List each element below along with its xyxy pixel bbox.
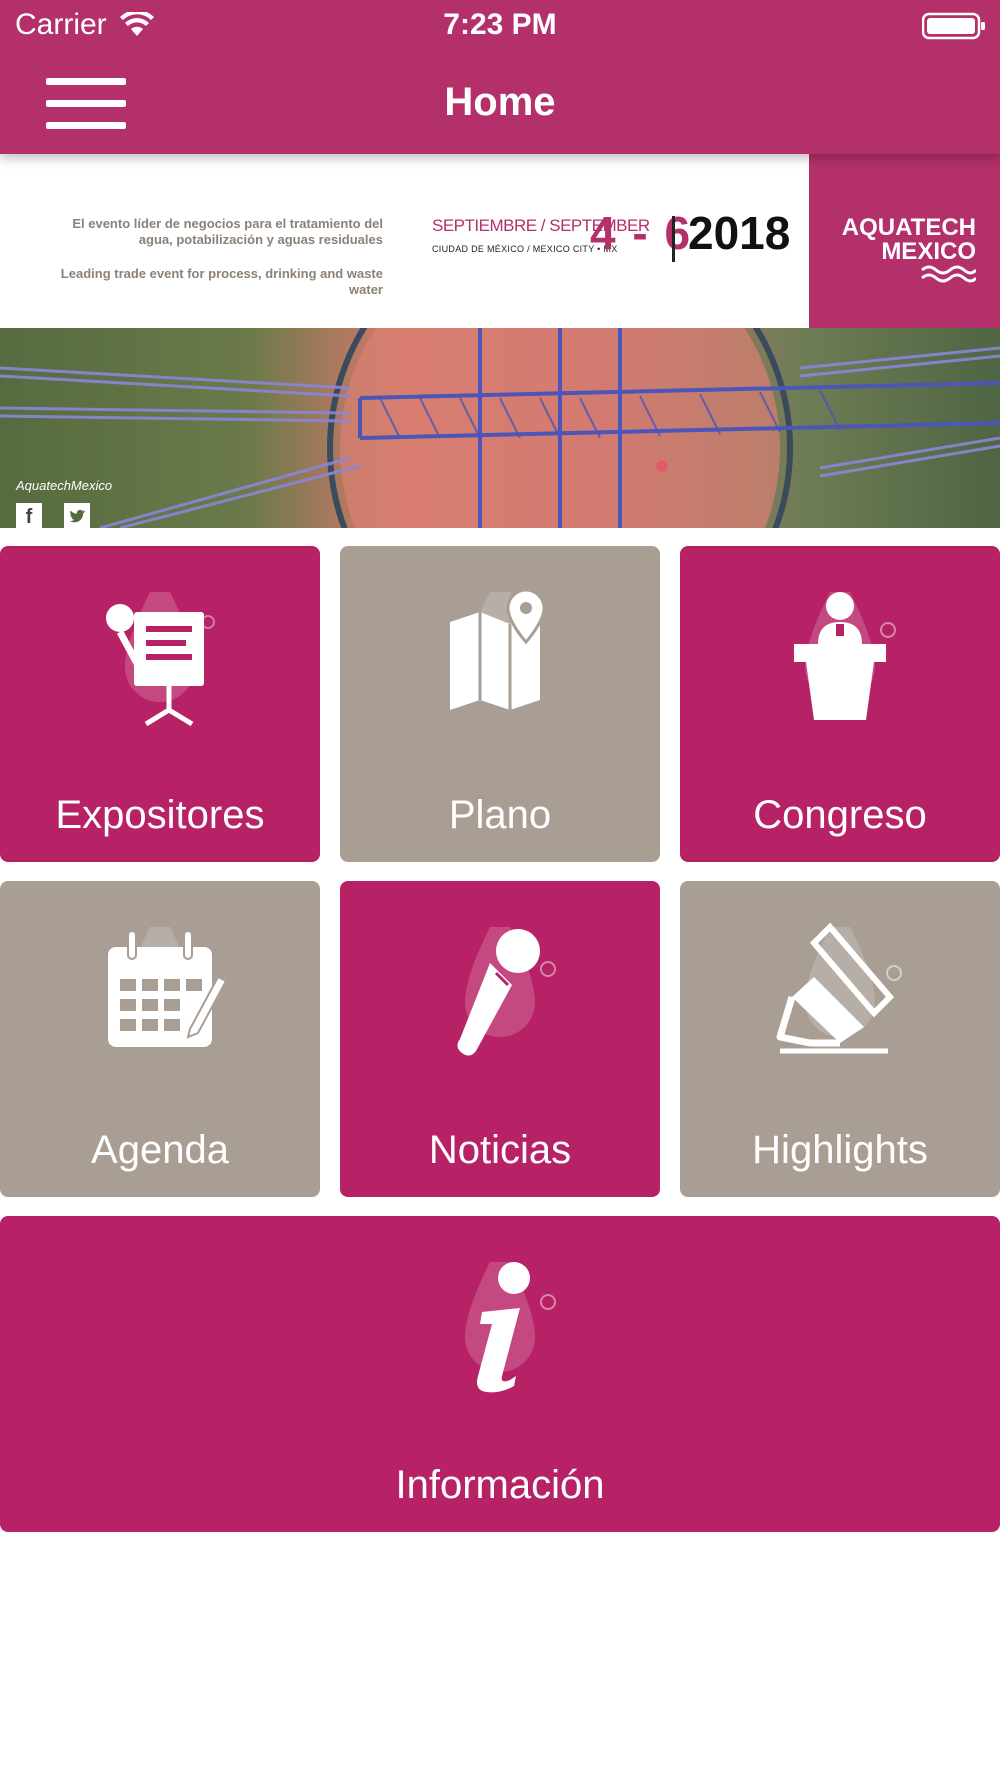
brand-name: AQUATECH MEXICO: [841, 214, 976, 265]
tile-label: Highlights: [752, 1128, 928, 1172]
event-banner: El evento líder de negocios para el trat…: [0, 154, 1000, 528]
speaker-podium-icon: [794, 592, 896, 720]
map-icon: [450, 588, 546, 710]
tile-highlights[interactable]: Highlights: [680, 881, 1000, 1197]
tile-expositores[interactable]: Expositores: [0, 546, 320, 862]
facebook-icon[interactable]: f: [16, 503, 42, 528]
social-handle: AquatechMexico: [16, 478, 113, 493]
twitter-icon[interactable]: [64, 503, 90, 528]
brand-logo: AQUATECH MEXICO: [809, 154, 1000, 328]
tile-label: Información: [395, 1463, 605, 1507]
microphone-icon: [457, 927, 556, 1056]
highlighter-icon: [776, 922, 902, 1054]
page-title: Home: [444, 80, 556, 124]
tile-agenda[interactable]: Agenda: [0, 881, 320, 1197]
banner-description-en: Leading trade event for process, drinkin…: [60, 266, 383, 297]
status-time: 7:23 PM: [443, 8, 557, 41]
battery-icon: [922, 12, 985, 40]
top-bar: Carrier 7:23 PM Home: [0, 0, 1000, 154]
tile-label: Agenda: [91, 1128, 229, 1172]
info-icon: [465, 1262, 556, 1393]
tile-noticias[interactable]: Noticias: [340, 881, 660, 1197]
banner-divider: [672, 216, 675, 262]
banner-year: 2018: [688, 207, 791, 259]
waves-icon: [921, 265, 976, 283]
tile-label: Expositores: [55, 793, 265, 837]
tile-label: Plano: [448, 793, 552, 837]
banner-description-es: El evento líder de negocios para el trat…: [72, 216, 383, 247]
tile-label: Noticias: [428, 1128, 572, 1172]
banner-header: El evento líder de negocios para el trat…: [0, 154, 1000, 328]
tile-label: Congreso: [753, 793, 927, 837]
presentation-icon: [106, 592, 215, 727]
banner-days: 4 - 6: [590, 207, 693, 259]
banner-photo: AquatechMexico f: [0, 328, 1000, 528]
water-treatment-image: [0, 328, 1000, 528]
calendar-icon: [108, 927, 228, 1047]
tile-informacion[interactable]: Información: [0, 1216, 1000, 1532]
tile-plano[interactable]: Plano: [340, 546, 660, 862]
tile-congreso[interactable]: Congreso: [680, 546, 1000, 862]
